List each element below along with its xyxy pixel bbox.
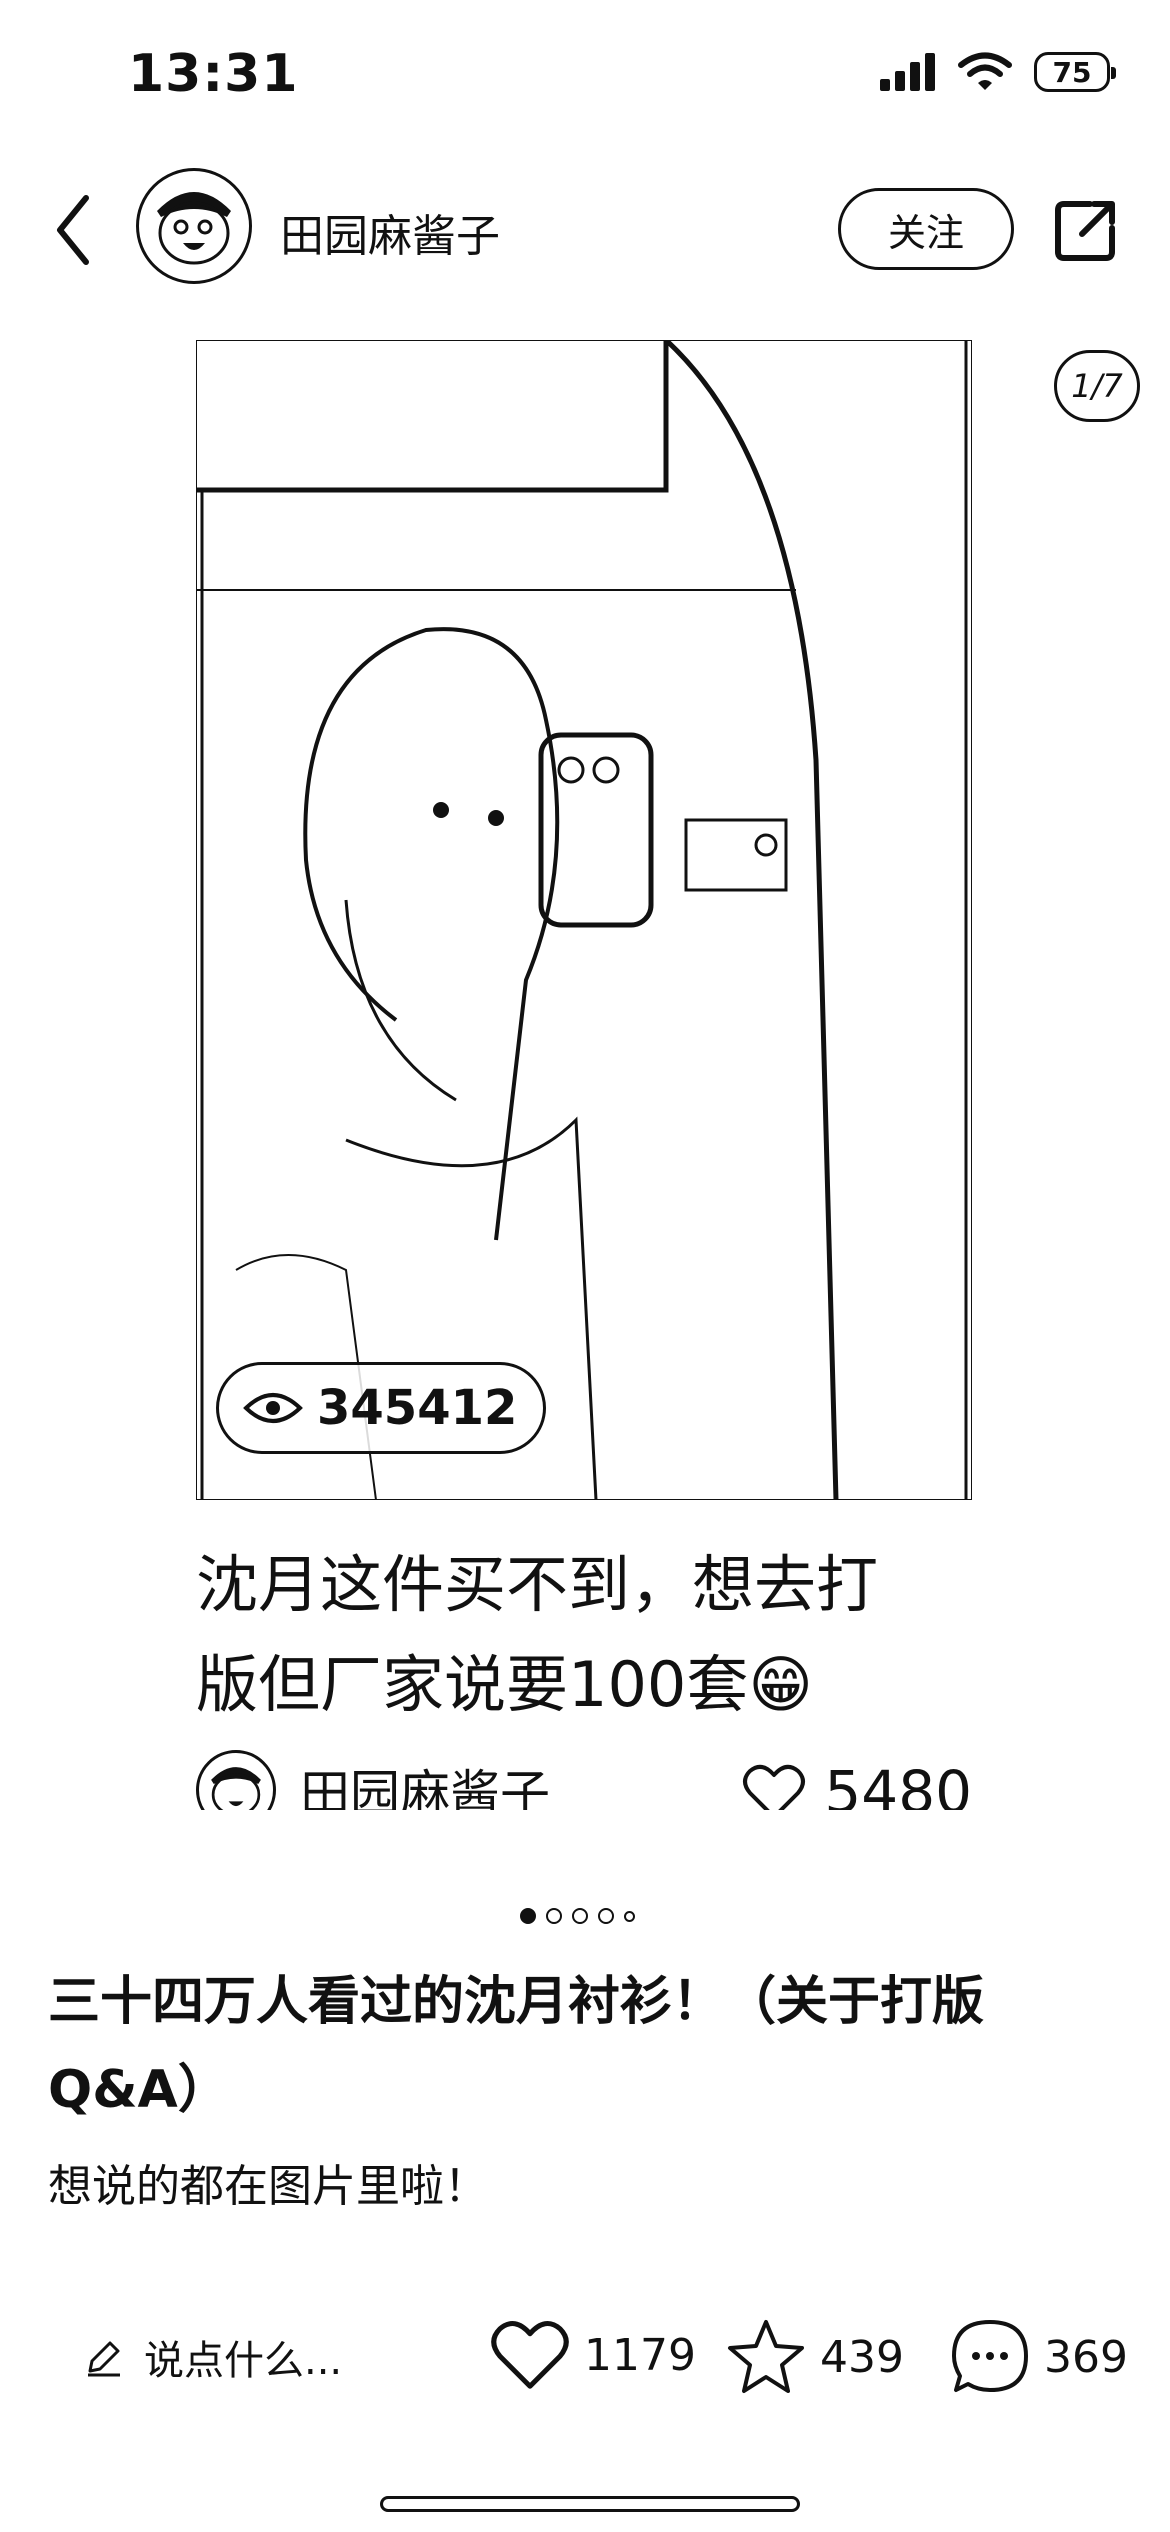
pagination-dot[interactable] xyxy=(546,1908,562,1924)
card-likes: 5480 xyxy=(742,1758,972,1810)
heart-outline-icon xyxy=(743,1764,806,1810)
views-count: 345412 xyxy=(317,1380,518,1436)
carousel-pagination xyxy=(520,1908,635,1924)
avatar-illustration-icon xyxy=(211,1767,261,1810)
card-author: 田园麻酱子 xyxy=(196,1750,550,1810)
post-image-card[interactable]: 345412 沈月这件买不到，想去打 版但厂家说要100套😁 田园麻酱子 548… xyxy=(196,340,972,1810)
card-author-avatar xyxy=(196,1750,276,1810)
share-icon[interactable] xyxy=(1050,196,1120,266)
battery-indicator: 75 xyxy=(1034,52,1116,92)
card-author-name: 田园麻酱子 xyxy=(300,1765,550,1810)
like-button[interactable]: 1179 xyxy=(490,2318,696,2392)
heart-outline-icon xyxy=(491,2321,569,2389)
follow-label: 关注 xyxy=(887,210,964,255)
comment-placeholder: 说点什么... xyxy=(144,2338,343,2384)
mirror-selfie-sketch xyxy=(196,340,972,1500)
cellular-signal-icon xyxy=(880,53,935,91)
card-title-line1: 沈月这件买不到，想去打 xyxy=(196,1548,879,1621)
like-count: 1179 xyxy=(584,2329,696,2381)
author-name[interactable]: 田园麻酱子 xyxy=(280,200,500,264)
back-arrow-icon[interactable] xyxy=(48,190,98,270)
note-title: 三十四万人看过的沈月衬衫！（关于打版Q&A） xyxy=(48,1972,985,2120)
post-photo[interactable]: 345412 xyxy=(196,340,972,1500)
card-title-line2: 版但厂家说要100套😁 xyxy=(196,1648,813,1721)
pagination-dot[interactable] xyxy=(572,1908,588,1924)
card-likes-count: 5480 xyxy=(824,1758,972,1810)
battery-level: 75 xyxy=(1052,55,1092,89)
pagination-dot[interactable] xyxy=(598,1908,614,1924)
pagination-dot[interactable] xyxy=(624,1910,635,1922)
wifi-icon xyxy=(958,52,1012,90)
image-counter: 1/7 xyxy=(1054,350,1140,422)
comment-count: 369 xyxy=(1044,2331,1128,2383)
favorite-button[interactable]: 439 xyxy=(726,2318,904,2396)
avatar-illustration-icon xyxy=(157,192,231,265)
eye-icon xyxy=(243,1393,303,1423)
comment-button[interactable]: 369 xyxy=(950,2318,1128,2396)
follow-button[interactable]: 关注 xyxy=(838,188,1014,270)
star-outline-icon xyxy=(728,2320,804,2393)
views-badge: 345412 xyxy=(216,1362,547,1454)
pencil-icon xyxy=(88,2341,120,2377)
author-avatar[interactable] xyxy=(136,168,252,284)
favorite-count: 439 xyxy=(820,2331,904,2383)
status-time: 13:31 xyxy=(128,44,299,104)
card-title: 沈月这件买不到，想去打 版但厂家说要100套😁 xyxy=(196,1535,896,1735)
status-icons: 75 xyxy=(878,52,1116,92)
note-body: 想说的都在图片里啦！ xyxy=(48,2161,488,2212)
home-indicator[interactable] xyxy=(380,2496,800,2512)
comment-bubble-icon xyxy=(952,2320,1028,2392)
comment-input[interactable]: 说点什么... xyxy=(84,2328,342,2386)
pagination-dot[interactable] xyxy=(520,1908,536,1924)
